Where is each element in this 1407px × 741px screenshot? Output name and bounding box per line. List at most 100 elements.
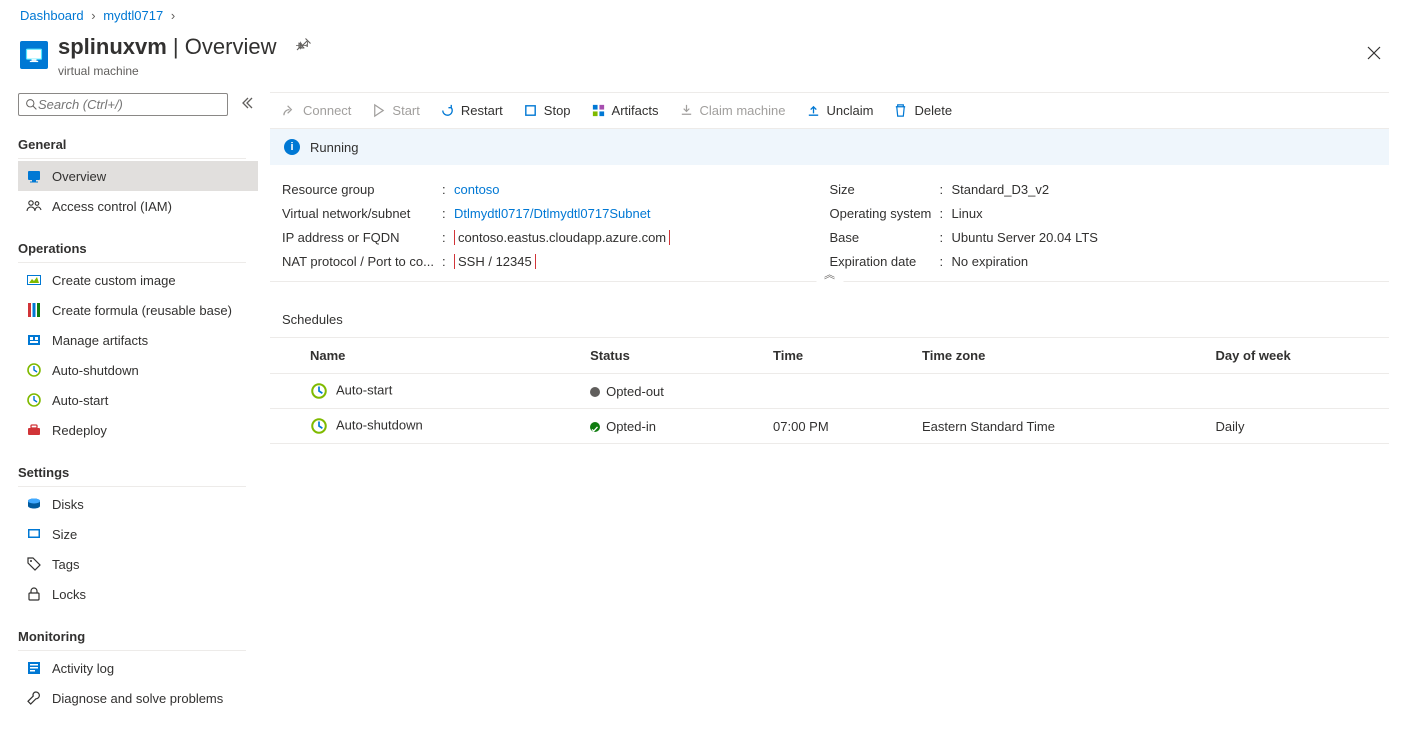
table-header[interactable]: Time zone bbox=[910, 338, 1204, 374]
prop-value: Dtlmydtl0717/Dtlmydtl0717Subnet bbox=[454, 206, 830, 221]
sidebar-heading-general: General bbox=[18, 131, 246, 159]
table-header[interactable]: Name bbox=[270, 338, 578, 374]
sidebar-item-label: Disks bbox=[52, 497, 84, 512]
sidebar-item-label: Locks bbox=[52, 587, 86, 602]
sidebar-item-create-formula[interactable]: Create formula (reusable base) bbox=[18, 295, 258, 325]
prop-value: contoso.eastus.cloudapp.azure.com bbox=[454, 230, 830, 245]
sidebar-item-label: Activity log bbox=[52, 661, 114, 676]
disk-icon bbox=[26, 496, 42, 512]
sidebar-item-artifacts[interactable]: Manage artifacts bbox=[18, 325, 258, 355]
search-input-wrap[interactable] bbox=[18, 93, 228, 116]
status-dot-green bbox=[590, 422, 600, 432]
start-button[interactable]: Start bbox=[369, 99, 421, 122]
cell-status: Opted-out bbox=[578, 374, 761, 409]
breadcrumb-resource[interactable]: mydtl0717 bbox=[103, 8, 163, 23]
sidebar-item-activity-log[interactable]: Activity log bbox=[18, 653, 258, 683]
prop-value: contoso bbox=[454, 182, 830, 197]
status-text: Running bbox=[310, 140, 358, 155]
search-icon bbox=[25, 98, 38, 111]
prop-row: Resource group:contoso bbox=[282, 177, 830, 201]
sidebar-item-label: Create custom image bbox=[52, 273, 176, 288]
claim-button[interactable]: Claim machine bbox=[677, 99, 788, 122]
prop-value: SSH / 12345 bbox=[454, 254, 830, 269]
sidebar-item-label: Auto-start bbox=[52, 393, 108, 408]
sidebar-heading-settings: Settings bbox=[18, 459, 246, 487]
cell-time bbox=[761, 374, 910, 409]
sidebar-item-overview[interactable]: Overview bbox=[18, 161, 258, 191]
restart-icon bbox=[440, 103, 455, 118]
prop-link[interactable]: Dtlmydtl0717/Dtlmydtl0717Subnet bbox=[454, 206, 651, 221]
sidebar-item-disks[interactable]: Disks bbox=[18, 489, 258, 519]
prop-key: Operating system bbox=[830, 206, 940, 221]
breadcrumb-dashboard[interactable]: Dashboard bbox=[20, 8, 84, 23]
sidebar-item-label: Access control (IAM) bbox=[52, 199, 172, 214]
sidebar-item-label: Auto-shutdown bbox=[52, 363, 139, 378]
prop-link[interactable]: contoso bbox=[454, 182, 500, 197]
stop-button[interactable]: Stop bbox=[521, 99, 573, 122]
connect-icon bbox=[282, 103, 297, 118]
sidebar-item-locks[interactable]: Locks bbox=[18, 579, 258, 609]
prop-value: No expiration bbox=[952, 254, 1378, 269]
prop-value: Linux bbox=[952, 206, 1378, 221]
chevron-right-icon: › bbox=[91, 8, 95, 23]
size-icon bbox=[26, 526, 42, 542]
artifacts-button[interactable]: Artifacts bbox=[589, 99, 661, 122]
chevron-right-icon: › bbox=[171, 8, 175, 23]
status-bar: i Running bbox=[270, 129, 1389, 165]
connect-button[interactable]: Connect bbox=[280, 99, 353, 122]
cell-tz bbox=[910, 374, 1204, 409]
collapse-props-button[interactable]: ︽ bbox=[816, 266, 843, 282]
cell-name: Auto-start bbox=[270, 374, 578, 409]
play-icon bbox=[371, 103, 386, 118]
prop-row: Size:Standard_D3_v2 bbox=[830, 177, 1378, 201]
collapse-sidebar-button[interactable] bbox=[236, 92, 258, 117]
prop-row: Base:Ubuntu Server 20.04 LTS bbox=[830, 225, 1378, 249]
prop-row: IP address or FQDN:contoso.eastus.clouda… bbox=[282, 225, 830, 249]
prop-key: Size bbox=[830, 182, 940, 197]
image-icon bbox=[26, 272, 42, 288]
table-row[interactable]: Auto-shutdownOpted-in07:00 PMEastern Sta… bbox=[270, 409, 1389, 444]
download-icon bbox=[679, 103, 694, 118]
sidebar-item-auto-start[interactable]: Auto-start bbox=[18, 385, 258, 415]
sidebar-item-redeploy[interactable]: Redeploy bbox=[18, 415, 258, 445]
table-row[interactable]: Auto-startOpted-out bbox=[270, 374, 1389, 409]
sidebar-item-tags[interactable]: Tags bbox=[18, 549, 258, 579]
page-section-name: Overview bbox=[185, 34, 277, 60]
close-button[interactable] bbox=[1361, 38, 1387, 71]
prop-value: Ubuntu Server 20.04 LTS bbox=[952, 230, 1378, 245]
breadcrumb: Dashboard › mydtl0717 › bbox=[0, 0, 1407, 27]
formula-icon bbox=[26, 302, 42, 318]
page-section: | bbox=[167, 34, 185, 60]
unclaim-button[interactable]: Unclaim bbox=[804, 99, 876, 122]
artifacts-icon bbox=[591, 103, 606, 118]
search-input[interactable] bbox=[38, 97, 221, 112]
page-subtitle: virtual machine bbox=[58, 64, 1361, 78]
upload-icon bbox=[806, 103, 821, 118]
prop-key: Resource group bbox=[282, 182, 442, 197]
prop-key: NAT protocol / Port to co... bbox=[282, 254, 442, 269]
overview-icon bbox=[26, 168, 42, 184]
cell-dow bbox=[1204, 374, 1389, 409]
cell-status: Opted-in bbox=[578, 409, 761, 444]
delete-button[interactable]: Delete bbox=[891, 99, 954, 122]
tag-icon bbox=[26, 556, 42, 572]
table-header[interactable]: Day of week bbox=[1204, 338, 1389, 374]
prop-row: Expiration date:No expiration bbox=[830, 249, 1378, 273]
sidebar-item-diagnose[interactable]: Diagnose and solve problems bbox=[18, 683, 258, 713]
sidebar-item-size[interactable]: Size bbox=[18, 519, 258, 549]
table-header[interactable]: Time bbox=[761, 338, 910, 374]
main-content: Connect Start Restart Stop Artifacts Cla… bbox=[258, 92, 1407, 733]
restart-button[interactable]: Restart bbox=[438, 99, 505, 122]
sidebar-item-auto-shutdown[interactable]: Auto-shutdown bbox=[18, 355, 258, 385]
sidebar-item-iam[interactable]: Access control (IAM) bbox=[18, 191, 258, 221]
pin-button[interactable] bbox=[290, 31, 318, 62]
sidebar-item-create-image[interactable]: Create custom image bbox=[18, 265, 258, 295]
schedules-heading: Schedules bbox=[270, 282, 1389, 337]
table-header[interactable]: Status bbox=[578, 338, 761, 374]
wrench-icon bbox=[26, 690, 42, 706]
toolbar: Connect Start Restart Stop Artifacts Cla… bbox=[270, 92, 1389, 129]
page-title: splinuxvm bbox=[58, 34, 167, 60]
toolbox-icon bbox=[26, 422, 42, 438]
sidebar-item-label: Manage artifacts bbox=[52, 333, 148, 348]
prop-key: Virtual network/subnet bbox=[282, 206, 442, 221]
